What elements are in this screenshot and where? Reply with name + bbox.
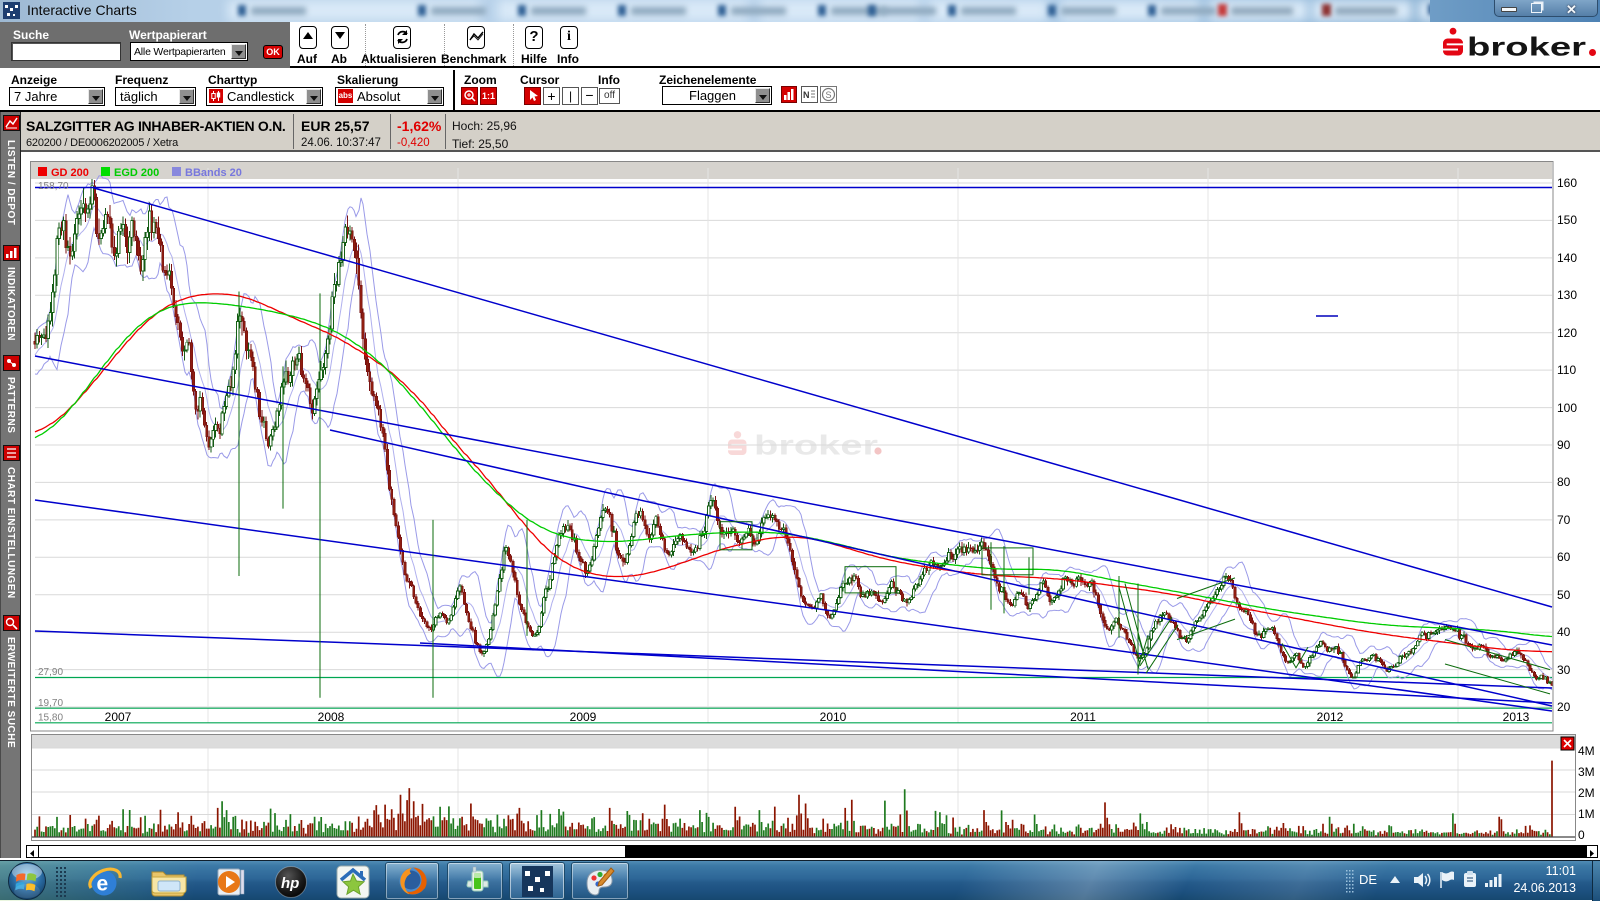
svg-text:2009: 2009 bbox=[570, 710, 597, 724]
svg-text:hp: hp bbox=[281, 875, 299, 892]
svg-text:broker: broker bbox=[1467, 32, 1586, 62]
svg-text:2012: 2012 bbox=[1317, 710, 1344, 724]
svg-text:S: S bbox=[826, 90, 832, 100]
svg-text:15,80: 15,80 bbox=[38, 713, 63, 724]
svg-text:2010: 2010 bbox=[820, 710, 847, 724]
svg-text:158,70: 158,70 bbox=[38, 181, 69, 192]
svg-text:e: e bbox=[97, 873, 109, 896]
svg-text:27,90: 27,90 bbox=[38, 667, 63, 678]
svg-text:2013: 2013 bbox=[1503, 710, 1530, 724]
svg-text:BBands 20: BBands 20 bbox=[185, 167, 242, 179]
svg-text:N: N bbox=[803, 90, 810, 100]
svg-text:EGD 200: EGD 200 bbox=[114, 167, 159, 179]
svg-text:2008: 2008 bbox=[318, 710, 345, 724]
svg-text:GD 200: GD 200 bbox=[51, 167, 89, 179]
svg-text:2011: 2011 bbox=[1070, 710, 1096, 724]
svg-text:2007: 2007 bbox=[105, 710, 132, 724]
svg-text:19,70: 19,70 bbox=[38, 698, 63, 709]
